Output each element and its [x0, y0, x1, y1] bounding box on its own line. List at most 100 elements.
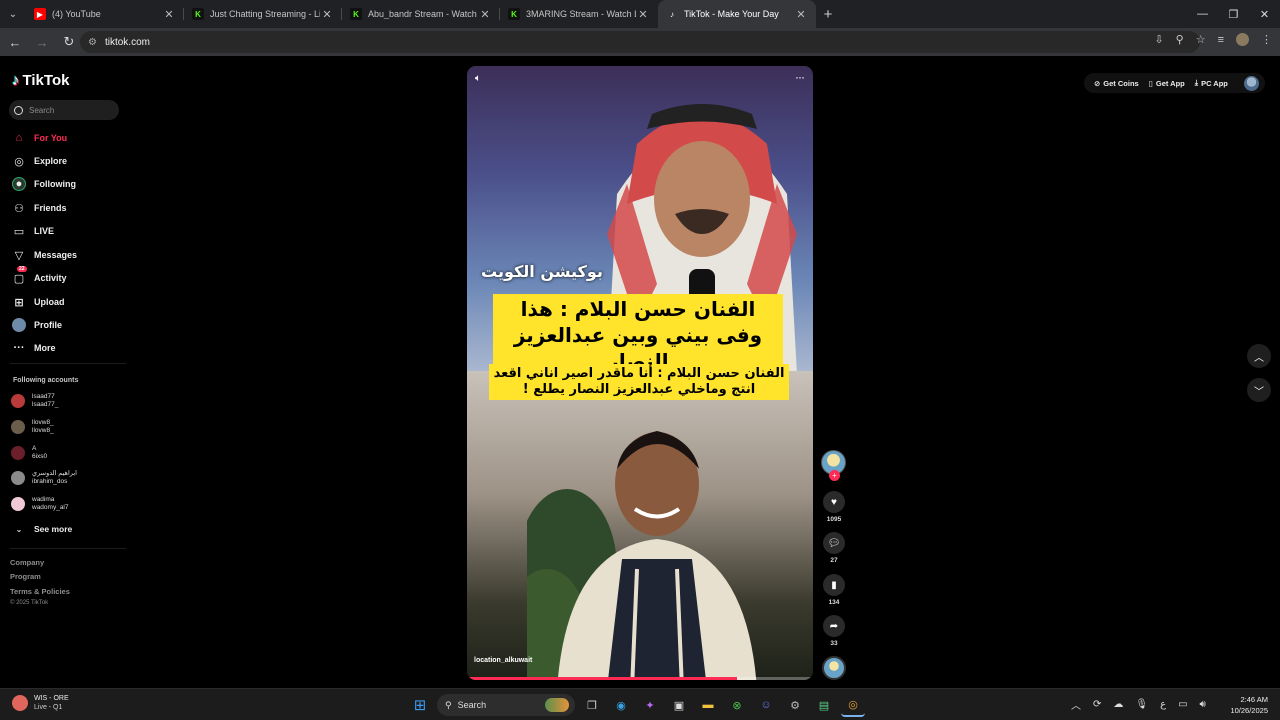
network-icon[interactable]: ▭ [1178, 699, 1187, 710]
nav-activity[interactable]: ▢ 22 Activity [12, 266, 67, 286]
friends-icon: ⚇ [14, 202, 24, 215]
browser-profile-avatar[interactable] [1236, 33, 1249, 46]
get-app-button[interactable]: ▯ Get App [1145, 79, 1189, 88]
task-view-icon[interactable]: ❐ [580, 693, 604, 717]
more-options-icon[interactable]: ··· [795, 70, 805, 84]
nav-profile[interactable]: Profile [12, 317, 62, 333]
copilot-icon[interactable]: ✦ [638, 693, 662, 717]
system-tray: ︿ ⟳ ☁ 🎙︎ ع ▭ 🔊︎ [1071, 697, 1206, 712]
account-names: ابراهيم الدوسري ibrahim_dos [32, 470, 77, 486]
close-tab-icon[interactable]: ✕ [794, 8, 808, 21]
address-bar[interactable]: ⚙ tiktok.com [80, 31, 1200, 53]
following-account[interactable]: ابراهيم الدوسري ibrahim_dos [11, 470, 77, 486]
store-icon[interactable]: ▣ [667, 693, 691, 717]
weather-title: WIS - ORE [34, 695, 69, 702]
home-icon: ⌂ [15, 132, 23, 144]
user-avatar[interactable] [1243, 75, 1259, 91]
share-button[interactable]: ➦ 33 [822, 615, 846, 647]
zoom-icon[interactable]: ⚲ [1176, 33, 1184, 46]
tab-youtube[interactable]: ▶ (4) YouTube ✕ [26, 0, 184, 28]
close-tab-icon[interactable]: ✕ [320, 8, 334, 21]
site-info-icon[interactable]: ⚙ [88, 37, 97, 48]
close-window-icon[interactable]: ✕ [1249, 0, 1280, 28]
next-video-button[interactable]: ﹀ [1247, 378, 1271, 402]
close-tab-icon[interactable]: ✕ [636, 8, 650, 21]
like-count: 1095 [826, 516, 842, 523]
nav-friends[interactable]: ⚇ Friends [12, 200, 67, 216]
tab-tiktok[interactable]: ♪ TikTok - Make Your Day ✕ [658, 0, 816, 28]
video-player[interactable]: بوكيشن الكويت الفنان حسن البلام : هذا وف… [467, 66, 813, 680]
tab-search-icon[interactable]: ⌄ [0, 0, 26, 28]
follow-plus-icon[interactable]: + [829, 470, 840, 481]
language-indicator[interactable]: ع [1160, 699, 1166, 710]
video-username[interactable]: location_alkuwait [474, 657, 532, 664]
following-account[interactable]: llovw8_ llovw8_ [11, 419, 54, 435]
taskbar-search[interactable]: ⚲ Search [437, 694, 575, 716]
tray-overflow-icon[interactable]: ︿ [1071, 697, 1081, 712]
install-app-icon[interactable]: ⇩ [1154, 33, 1163, 46]
tab-kick-3maring[interactable]: K 3MARING Stream - Watch Live ✕ [500, 0, 658, 28]
close-tab-icon[interactable]: ✕ [478, 8, 492, 21]
nav-label: Upload [34, 297, 65, 307]
android-app-icon[interactable]: ▤ [812, 693, 836, 717]
browser-menu-icon[interactable]: ⋮ [1261, 33, 1272, 46]
footer-company[interactable]: Company [10, 558, 44, 567]
nav-live[interactable]: ▭ LIVE [12, 223, 54, 239]
following-account[interactable]: A 6ixs0 [11, 445, 47, 461]
tab-title: Just Chatting Streaming - Live [210, 9, 320, 19]
pc-app-button[interactable]: ⤓ PC App [1191, 78, 1232, 88]
tab-kick-just-chatting[interactable]: K Just Chatting Streaming - Live ✕ [184, 0, 342, 28]
tiktok-logo[interactable]: ♪ TikTok [12, 72, 69, 89]
tab-kick-abu-bandr[interactable]: K Abu_bandr Stream - Watch Live ✕ [342, 0, 500, 28]
back-icon[interactable]: ← [3, 30, 27, 54]
search-input[interactable]: Search [9, 100, 119, 120]
reload-icon[interactable]: ↻ [57, 30, 81, 54]
taskbar-apps: ⊞ ⚲ Search ❐ ◉ ✦ ▣ ▬ ⊗ ☺ ⚙ ▤ ◎ [408, 693, 865, 717]
bookmark-star-icon[interactable]: ☆ [1196, 33, 1206, 46]
nav-more[interactable]: ··· More [12, 340, 56, 356]
nav-for-you[interactable]: ⌂ For You [12, 130, 68, 146]
new-tab-button[interactable]: + [816, 6, 840, 23]
discord-icon[interactable]: ☺ [754, 693, 778, 717]
tab-list-icon[interactable]: ≡ [1218, 34, 1224, 46]
nav-upload[interactable]: ⊞ Upload [12, 294, 65, 310]
microphone-icon[interactable]: 🎙︎ [1135, 699, 1148, 710]
xbox-icon[interactable]: ⊗ [725, 693, 749, 717]
following-account[interactable]: lsaad77 lsaad77_ [11, 393, 58, 409]
file-explorer-icon[interactable]: ▬ [696, 693, 720, 717]
nav-label: Activity [34, 273, 67, 283]
comment-button[interactable]: 💬︎ 27 [822, 532, 846, 564]
see-more-button[interactable]: ⌄ See more [12, 521, 73, 537]
close-tab-icon[interactable]: ✕ [162, 8, 176, 21]
restore-icon[interactable]: ❐ [1218, 0, 1249, 28]
weather-widget[interactable]: WIS - ORE Live - Q1 [12, 694, 69, 712]
windows-start-icon[interactable]: ⊞ [408, 693, 432, 717]
sync-icon[interactable]: ⟳ [1093, 699, 1101, 710]
taskbar-clock[interactable]: 2:46 AM 10/26/2025 [1230, 694, 1268, 716]
steam-icon[interactable]: ⚙ [783, 693, 807, 717]
save-button[interactable]: ▮ 134 [822, 574, 846, 606]
footer-terms[interactable]: Terms & Policies [10, 587, 70, 596]
following-account[interactable]: wadima wadomy_al7 [11, 496, 69, 512]
chrome-icon[interactable]: ◎ [841, 693, 865, 717]
edge-icon[interactable]: ◉ [609, 693, 633, 717]
nav-explore[interactable]: ◎ Explore [12, 153, 67, 169]
like-button[interactable]: ♥ 1095 [822, 491, 846, 523]
nav-messages[interactable]: ▽ Messages [12, 247, 77, 263]
video-progress-bar[interactable] [467, 677, 813, 680]
forward-icon[interactable]: → [30, 30, 54, 54]
nav-label: Friends [34, 203, 67, 213]
volume-icon[interactable]: 🔈︎ [475, 73, 481, 84]
account-names: A 6ixs0 [32, 445, 47, 461]
footer-program[interactable]: Program [10, 572, 41, 581]
cloud-icon[interactable]: ☁ [1113, 699, 1123, 710]
nav-label: More [34, 343, 56, 353]
volume-icon[interactable]: 🔊︎ [1200, 699, 1206, 710]
music-disc-icon[interactable] [822, 656, 846, 680]
get-coins-button[interactable]: ⊘ Get Coins [1090, 79, 1143, 88]
minimize-icon[interactable]: — [1187, 0, 1218, 28]
nav-following[interactable]: ● Following [12, 176, 76, 192]
previous-video-button[interactable]: ︿ [1247, 344, 1271, 368]
save-count: 134 [828, 599, 840, 606]
account-names: wadima wadomy_al7 [32, 496, 69, 512]
